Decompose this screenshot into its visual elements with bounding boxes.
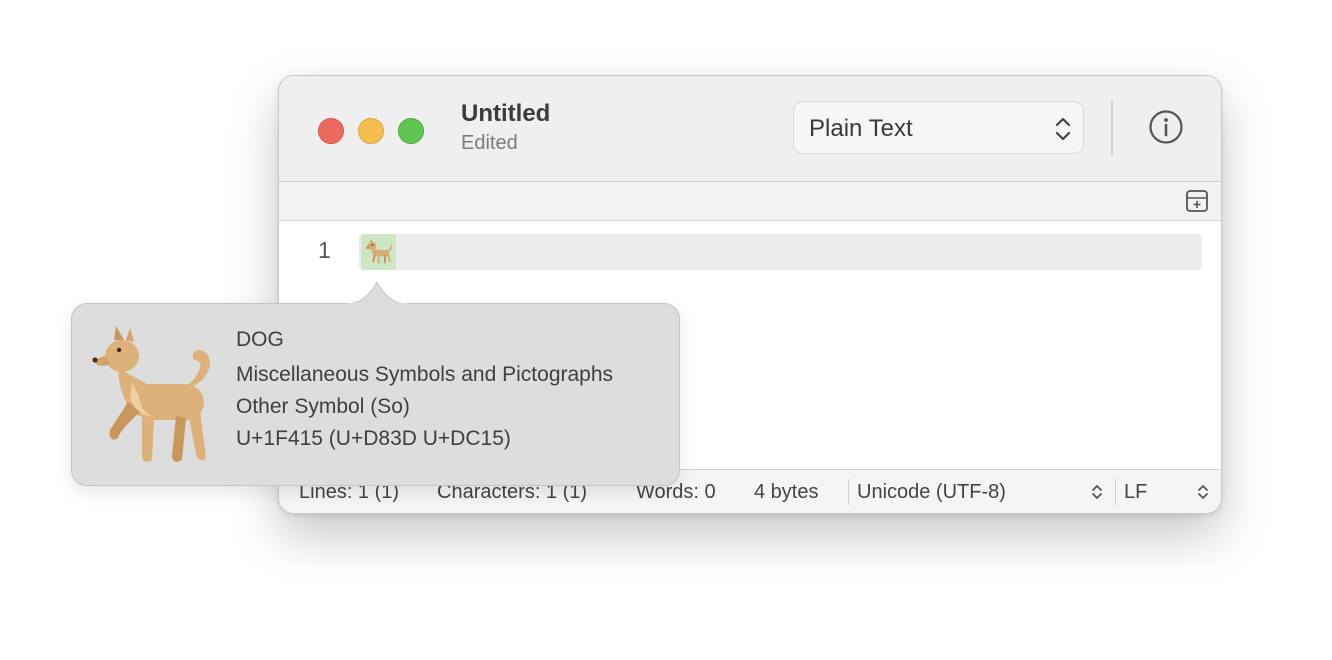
syntax-mode-select[interactable]: Plain Text (793, 101, 1084, 154)
encoding-select[interactable]: Unicode (UTF-8) (857, 481, 1006, 504)
split-editor-icon[interactable] (1186, 190, 1208, 217)
info-icon[interactable] (1148, 109, 1184, 150)
character-info-popover: DOG Miscellaneous Symbols and Pictograph… (71, 303, 680, 486)
minimize-button[interactable] (358, 118, 384, 144)
character-code-point: U+1F415 (U+D83D U+DC15) (236, 427, 511, 450)
title-bar: Untitled Edited Plain Text (279, 76, 1221, 182)
selected-character[interactable] (361, 234, 396, 270)
document-status: Edited (461, 132, 518, 154)
editor-toolbar (279, 182, 1221, 221)
character-category: Other Symbol (So) (236, 395, 410, 418)
syntax-mode-label: Plain Text (809, 115, 913, 142)
current-line-highlight (359, 234, 1202, 270)
line-ending-chevron-icon[interactable] (1197, 482, 1209, 508)
encoding-chevron-icon[interactable] (1091, 482, 1103, 508)
character-name: DOG (236, 328, 284, 351)
character-block: Miscellaneous Symbols and Pictographs (236, 363, 614, 386)
popover-arrow (346, 280, 408, 310)
status-divider (1115, 479, 1116, 505)
up-down-chevron-icon (1055, 115, 1071, 148)
line-ending-select[interactable]: LF (1124, 481, 1147, 504)
document-title[interactable]: Untitled (461, 100, 550, 128)
status-bytes: 4 bytes (754, 481, 819, 503)
zoom-button[interactable] (398, 118, 424, 144)
line-number: 1 (318, 237, 331, 263)
close-button[interactable] (318, 118, 344, 144)
status-divider (848, 479, 849, 505)
toolbar-divider (1111, 100, 1113, 156)
dog-emoji-icon (92, 326, 222, 469)
